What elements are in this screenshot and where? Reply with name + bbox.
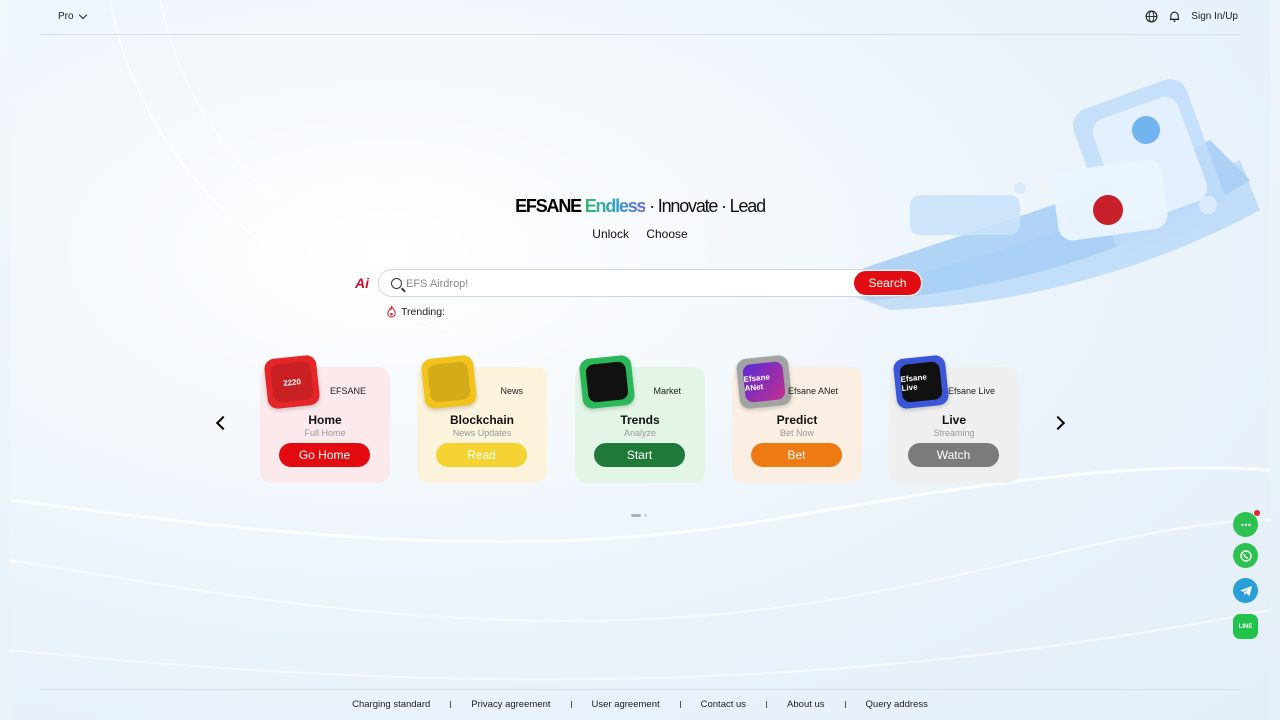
search-button[interactable]: Search [854,271,921,295]
carousel-pagination [631,514,647,517]
card-subtitle: News Updates [452,428,512,438]
tile-text [427,361,471,403]
watch-button[interactable]: Watch [908,443,999,467]
card-home[interactable]: 2220 EFSANE Home Full Home Go Home [260,354,390,483]
trending-label: Trending: [401,305,445,318]
flame-icon [387,305,396,318]
hero-title: EFSANE Endless · Innovate · Lead [0,196,1280,217]
telegram-glyph [1239,585,1252,596]
efsane-logo-icon: 2220 [263,354,321,410]
card-subtitle: Bet Now [779,428,814,438]
search-input[interactable] [406,274,846,294]
globe-icon[interactable] [1145,10,1158,23]
card-live[interactable]: Efsane Live Efsane Live Live Streaming W… [889,354,1019,483]
line-icon-label: LINE [1238,623,1253,630]
footer: Charging standard Privacy agreement User… [40,689,1240,720]
bet-button[interactable]: Bet [751,443,842,467]
hero-sub-unlock: Unlock [592,227,629,241]
hero-brand: EFSANE [515,196,582,216]
chevron-right-icon[interactable] [1051,414,1069,434]
card-predict[interactable]: Efsane ANet Efsane ANet Predict Bet Now … [732,354,862,483]
top-bar: Pro Sign In/Up [40,0,1240,35]
card-title: Home [308,413,342,427]
news-building-icon [420,354,478,410]
chat-icon[interactable] [1233,510,1260,537]
telegram-icon[interactable] [1233,578,1258,603]
page-background [10,0,1270,720]
predict-logo-icon: Efsane ANet [735,354,793,410]
footer-links: Charging standard Privacy agreement User… [40,699,1240,710]
hero-tagline: · Innovate · Lead [649,196,766,216]
whatsapp-glyph [1239,549,1252,562]
tile-text: Efsane Live [899,361,943,403]
card-category: Efsane ANet [787,386,838,396]
read-button[interactable]: Read [436,443,527,467]
product-selector[interactable]: Pro [58,10,87,22]
live-logo-icon: Efsane Live [892,354,950,410]
background-waves [10,0,1270,681]
footer-link-privacy-agreement[interactable]: Privacy agreement [471,699,550,710]
market-chart-icon [578,354,636,410]
search-icon [391,278,402,289]
card-title: Blockchain [449,413,515,427]
whatsapp-icon[interactable] [1233,543,1258,568]
footer-link-query-address[interactable]: Query address [866,699,928,710]
go-home-button[interactable]: Go Home [279,443,370,467]
card-trends[interactable]: Market Trends Analyze Start [575,354,705,483]
trending-bar: Trending: [386,305,445,318]
ai-logo[interactable]: Ai [355,275,369,291]
footer-link-charging-standard[interactable]: Charging standard [352,699,430,710]
pagination-dot-active[interactable] [631,514,641,517]
card-title: Trends [620,413,660,427]
card-subtitle: Analyze [623,428,657,438]
card-category: Efsane Live [947,386,995,396]
footer-separator [570,701,572,708]
footer-separator [679,701,681,708]
card-title: Live [941,413,966,427]
card-category: News [500,386,523,396]
hero-sub-choose: Choose [646,227,688,241]
bell-icon[interactable] [1168,10,1181,23]
hero-subtitle: Unlock Choose [0,227,1280,241]
card-title: Predict [776,413,818,427]
footer-separator [844,701,846,708]
footer-link-about-us[interactable]: About us [787,699,825,710]
card-subtitle: Streaming [933,428,975,438]
chat-bubble-glyph [1240,523,1251,526]
chevron-left-icon[interactable] [212,414,230,434]
tile-text: 2220 [270,361,314,403]
header-actions: Sign In/Up [1145,10,1238,23]
notification-dot [1254,510,1260,516]
card-subtitle: Full Home [304,428,346,438]
footer-link-contact-us[interactable]: Contact us [701,699,746,710]
product-selector-label: Pro [58,11,74,22]
footer-separator [766,701,768,708]
hero-highlight: Endless [584,196,647,216]
start-button[interactable]: Start [594,443,685,467]
footer-separator [450,701,452,708]
card-category: Market [653,386,681,396]
chevron-down-icon [78,10,87,20]
card-blockchain[interactable]: News Blockchain News Updates Read [417,354,547,483]
sign-in-link[interactable]: Sign In/Up [1191,11,1238,22]
tile-text: Efsane ANet [742,361,786,403]
pagination-dot[interactable] [644,514,647,517]
card-category: EFSANE [329,386,366,396]
tile-text [585,361,629,403]
footer-link-user-agreement[interactable]: User agreement [592,699,660,710]
line-icon[interactable]: LINE [1233,614,1258,639]
search-bar: Search [378,269,923,297]
